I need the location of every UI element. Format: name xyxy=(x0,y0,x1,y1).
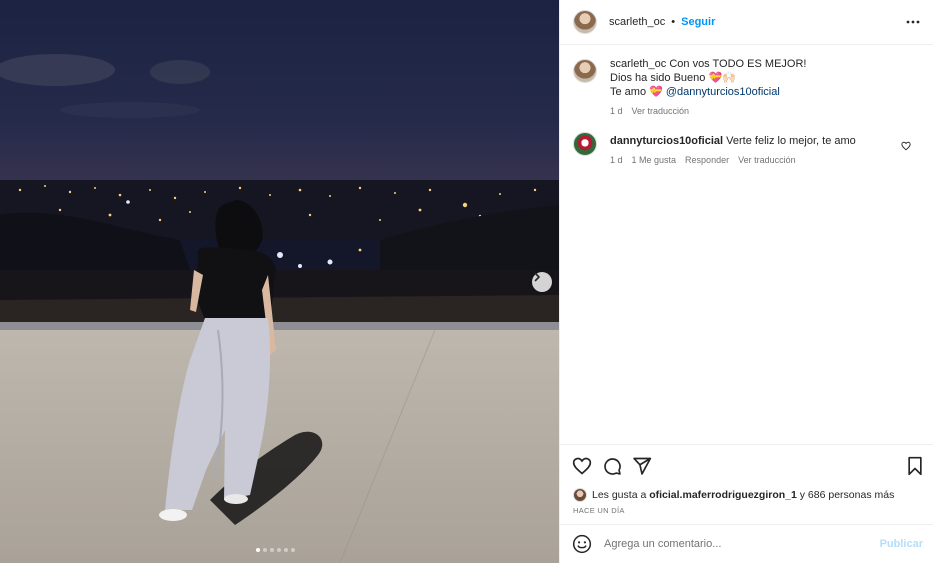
author-username[interactable]: scarleth_oc xyxy=(609,16,665,28)
comment-meta: 1 d 1 Me gusta Responder Ver traducción xyxy=(610,153,921,167)
caption-body: scarleth_oc Con vos TODO ES MEJOR! Dios … xyxy=(610,57,921,118)
comment-time[interactable]: 1 d xyxy=(610,153,623,167)
likes-suffix[interactable]: y 686 personas más xyxy=(800,489,895,501)
post-photo[interactable] xyxy=(0,0,559,563)
post-date: HACE UN DÍA xyxy=(573,506,625,515)
avatar[interactable] xyxy=(573,59,597,83)
follow-button[interactable]: Seguir xyxy=(681,16,715,28)
caption-time[interactable]: 1 d xyxy=(610,104,623,118)
carousel-dot xyxy=(256,548,260,552)
see-translation-link[interactable]: Ver traducción xyxy=(632,104,690,118)
caption-text-line: Dios ha sido Bueno 💝🙌🏻 xyxy=(610,72,736,84)
like-heart-icon[interactable] xyxy=(572,456,592,476)
comment-likes-count[interactable]: 1 Me gusta xyxy=(632,153,677,167)
bookmark-icon[interactable] xyxy=(906,456,924,476)
share-icon[interactable] xyxy=(632,456,652,476)
avatar[interactable] xyxy=(573,10,597,34)
carousel-indicator xyxy=(256,548,295,552)
comment-text: Verte feliz lo mejor, te amo xyxy=(726,135,856,147)
likes-summary: Les gusta a oficial.maferrodriguezgiron_… xyxy=(573,488,894,502)
carousel-dot xyxy=(284,548,288,552)
carousel-dot xyxy=(263,548,267,552)
more-horizontal-icon[interactable] xyxy=(906,14,920,28)
reply-button[interactable]: Responder xyxy=(685,153,729,167)
post-actions: Les gusta a oficial.maferrodriguezgiron_… xyxy=(560,444,933,524)
separator-dot: • xyxy=(671,16,676,28)
mention-link[interactable]: @dannyturcios10oficial xyxy=(666,86,780,98)
post-details-panel: scarleth_oc • Seguir scarleth_oc Con vos… xyxy=(559,0,933,563)
night-city-photo xyxy=(0,0,559,563)
comment-body: dannyturcios10oficial Verte feliz lo mej… xyxy=(610,132,921,167)
add-comment-bar: Publicar xyxy=(560,524,933,563)
carousel-dot xyxy=(277,548,281,552)
caption: scarleth_oc Con vos TODO ES MEJOR! Dios … xyxy=(573,57,921,118)
comment-username[interactable]: dannyturcios10oficial xyxy=(610,135,723,147)
avatar[interactable] xyxy=(573,132,597,156)
caption-text-line: Con vos TODO ES MEJOR! xyxy=(669,58,807,70)
chevron-right-icon xyxy=(534,272,540,282)
post-header: scarleth_oc • Seguir xyxy=(560,0,933,45)
caption-text-line: Te amo 💝 xyxy=(610,86,666,98)
emoji-icon[interactable] xyxy=(572,534,592,554)
avatar[interactable] xyxy=(573,488,587,502)
next-image-button[interactable] xyxy=(532,272,552,292)
heart-icon[interactable] xyxy=(901,141,911,151)
caption-meta: 1 d Ver traducción xyxy=(610,104,921,118)
comment-input[interactable] xyxy=(604,538,874,550)
comment-icon[interactable] xyxy=(602,456,622,476)
comment-item: dannyturcios10oficial Verte feliz lo mej… xyxy=(573,132,921,167)
carousel-dot xyxy=(270,548,274,552)
caption-username[interactable]: scarleth_oc xyxy=(610,58,666,70)
publish-button[interactable]: Publicar xyxy=(880,538,923,550)
carousel-dot xyxy=(291,548,295,552)
liker-username[interactable]: oficial.maferrodriguezgiron_1 xyxy=(649,489,797,501)
likes-prefix: Les gusta a xyxy=(592,489,647,501)
see-translation-link[interactable]: Ver traducción xyxy=(738,153,796,167)
